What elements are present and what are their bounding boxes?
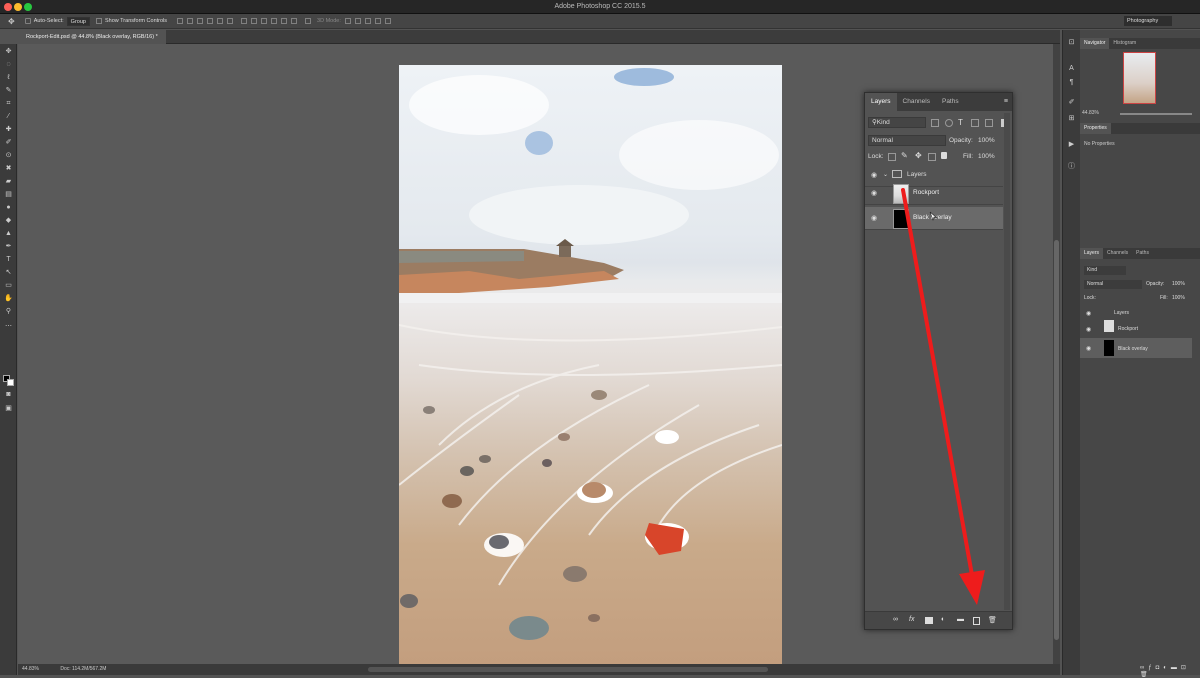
tutorial-arrow xyxy=(901,188,985,605)
mouse-cursor-icon xyxy=(929,211,938,221)
arrow-head xyxy=(959,570,985,605)
arrow-shaft xyxy=(901,188,974,577)
